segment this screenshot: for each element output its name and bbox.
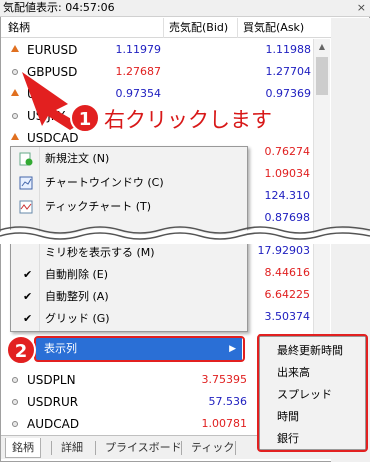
step-2-badge: 2	[6, 335, 36, 365]
symbol-cell: USDRUR	[27, 395, 79, 409]
scroll-up-icon[interactable]: ▲	[314, 39, 330, 55]
ask-cell: 3.50374	[264, 310, 311, 323]
step-1-badge: 1	[70, 103, 100, 133]
table-row[interactable]: USDRUR 57.536	[1, 391, 261, 413]
ask-cell: 0.97369	[265, 87, 312, 100]
bid-cell: 1.00781	[201, 417, 248, 430]
symbol-cell: USDPLN	[27, 373, 76, 387]
menu-grid[interactable]: グリッド (G)	[45, 309, 110, 329]
menu-chart-window[interactable]: チャートウインドウ (C)	[45, 173, 164, 193]
ask-cell: 8.44616	[264, 266, 311, 279]
menu-auto-arrange[interactable]: 自動整列 (A)	[45, 287, 109, 307]
table-header: 銘柄 売気配(Bid) 買気配(Ask)	[1, 18, 351, 38]
chart-window-icon	[19, 176, 33, 190]
table-row[interactable]: USDPLN 3.75395	[1, 369, 261, 391]
table-row[interactable]: EURUSD 1.11979 1.11988	[1, 39, 311, 61]
table-row[interactable]: AUDCAD 1.00781	[1, 413, 261, 435]
status-dot-icon	[12, 69, 18, 75]
menu-show-ms[interactable]: ミリ秒を表示する (M)	[45, 243, 155, 263]
menu-tick-chart[interactable]: ティックチャート (T)	[45, 197, 151, 217]
price-up-icon	[11, 133, 19, 140]
ask-cell: 6.64225	[264, 288, 311, 301]
bid-cell: 3.75395	[201, 373, 248, 386]
price-up-icon	[11, 89, 19, 96]
status-dot-icon	[12, 421, 18, 427]
window-title: 気配値表示: 04:57:06	[3, 1, 115, 14]
bid-cell: 1.11979	[115, 43, 162, 56]
title-bar: 気配値表示: 04:57:06 ×	[0, 0, 370, 17]
status-dot-icon	[12, 113, 18, 119]
tab-ticks[interactable]: ティック	[185, 438, 240, 458]
ask-cell: 1.11988	[265, 43, 312, 56]
auto-remove-check-icon: ✔	[23, 268, 33, 281]
menu-new-order[interactable]: 新規注文 (N)	[45, 149, 109, 169]
tick-chart-icon	[19, 200, 33, 214]
symbol-cell: AUDCAD	[27, 417, 80, 431]
tab-details[interactable]: 詳細	[55, 438, 89, 458]
torn-edge-divider	[0, 226, 370, 244]
ask-cell: 1.27704	[265, 65, 312, 78]
ask-cell: 0.76274	[264, 145, 311, 158]
submenu-highlight-box	[257, 334, 368, 452]
price-up-icon	[11, 45, 19, 52]
new-order-icon	[19, 152, 33, 166]
tab-symbols[interactable]: 銘柄	[5, 438, 41, 458]
bid-cell: 57.536	[208, 395, 248, 408]
close-icon[interactable]: ×	[357, 0, 366, 16]
columns-highlight-box	[34, 336, 245, 362]
scroll-thumb[interactable]	[316, 57, 328, 95]
ask-cell: 1.09034	[264, 167, 311, 180]
status-dot-icon	[12, 399, 18, 405]
status-dot-icon	[12, 377, 18, 383]
tab-price-board[interactable]: プライスボード	[99, 438, 188, 458]
header-bid[interactable]: 売気配(Bid)	[169, 18, 228, 38]
header-symbol[interactable]: 銘柄	[8, 18, 30, 38]
auto-arrange-check-icon: ✔	[23, 290, 33, 303]
ask-cell: 124.310	[264, 189, 311, 202]
step-1-text: 右クリックします	[104, 108, 272, 132]
header-ask[interactable]: 買気配(Ask)	[243, 18, 304, 38]
grid-check-icon: ✔	[23, 312, 33, 325]
menu-auto-remove[interactable]: 自動削除 (E)	[45, 265, 108, 285]
